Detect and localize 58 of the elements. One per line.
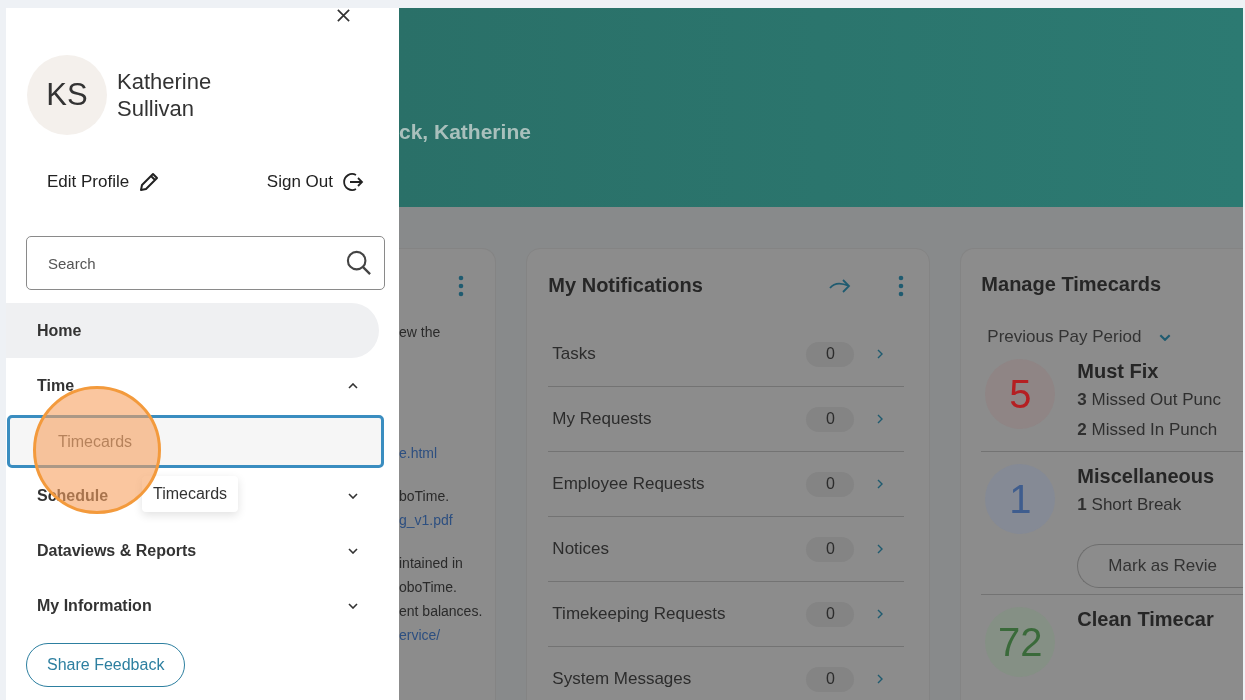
notification-row[interactable]: Tasks 0 <box>548 322 905 387</box>
chevron-icon <box>877 544 884 554</box>
count-badge: 0 <box>806 601 855 627</box>
text-fragment: ew the <box>399 323 442 342</box>
chevron-icon[interactable] <box>348 602 358 609</box>
text-fragment: oboTime. <box>399 578 458 597</box>
profile-action-link[interactable]: Sign Out <box>266 170 365 194</box>
user-name: Katherine Sullivan <box>117 68 213 122</box>
menu-item[interactable]: Dataviews & Reports <box>37 541 197 560</box>
chevron-icon <box>877 414 884 424</box>
text-fragment: ent balances. <box>399 602 484 621</box>
card-title: Manage Timecards <box>981 273 1163 296</box>
tooltip: Timecards <box>142 476 239 512</box>
text-fragment: intained in <box>399 554 464 573</box>
card-title: My Notifications <box>548 274 704 297</box>
link[interactable]: g_v1.pdf <box>399 508 496 532</box>
share-feedback-button[interactable]: Share Feedback <box>26 643 186 687</box>
issue-line: 3 Missed Out Punc <box>1077 389 1221 411</box>
count-badge: 0 <box>806 471 855 497</box>
period-dropdown[interactable]: Previous Pay Period <box>981 327 1243 347</box>
chevron-icon <box>877 674 884 684</box>
chevron-icon[interactable] <box>348 547 358 554</box>
search-icon <box>345 249 373 277</box>
count-badge: 0 <box>806 341 855 367</box>
avatar: KS <box>27 55 107 135</box>
chevron-icon[interactable] <box>348 492 358 499</box>
issue-line: 1 Short Break <box>1077 494 1183 516</box>
count-circle: 1 <box>985 464 1056 534</box>
link[interactable]: ervice/ <box>399 623 496 647</box>
text-fragment: boTime. <box>399 487 451 506</box>
notification-row[interactable]: Timekeeping Requests 0 <box>548 582 905 647</box>
notification-row[interactable]: Employee Requests 0 <box>548 452 905 517</box>
issue-line: 2 Missed In Punch <box>1077 419 1219 441</box>
count-circle: 72 <box>985 607 1056 677</box>
notification-row[interactable]: My Requests 0 <box>548 387 905 452</box>
chevron-icon <box>877 479 884 489</box>
group-title: Must Fix <box>1077 359 1160 384</box>
chevron-icon <box>1159 333 1172 341</box>
greeting: ck, Katherine <box>399 120 531 143</box>
group-title: Miscellaneous <box>1077 464 1215 489</box>
link[interactable]: e.html <box>399 441 496 465</box>
count-badge: 0 <box>806 666 855 692</box>
notification-row[interactable]: Notices 0 <box>548 517 905 582</box>
menu-item[interactable]: My Information <box>37 596 152 615</box>
chevron-icon[interactable] <box>348 382 358 389</box>
profile-action-link[interactable]: Edit Profile <box>47 170 162 194</box>
close-icon[interactable] <box>336 8 351 23</box>
chevron-icon <box>877 609 884 619</box>
count-badge: 0 <box>806 406 855 432</box>
notification-row[interactable]: System Messages 0 <box>548 647 905 700</box>
menu-item[interactable]: Home <box>6 303 379 358</box>
search-field[interactable]: Search <box>26 236 385 290</box>
count-circle: 5 <box>985 359 1056 429</box>
chevron-icon <box>877 349 884 359</box>
sign-out-icon <box>341 170 365 194</box>
count-badge: 0 <box>806 536 855 562</box>
group-title: Clean Timecar <box>1077 607 1214 632</box>
menu-item[interactable]: Time <box>37 376 75 395</box>
